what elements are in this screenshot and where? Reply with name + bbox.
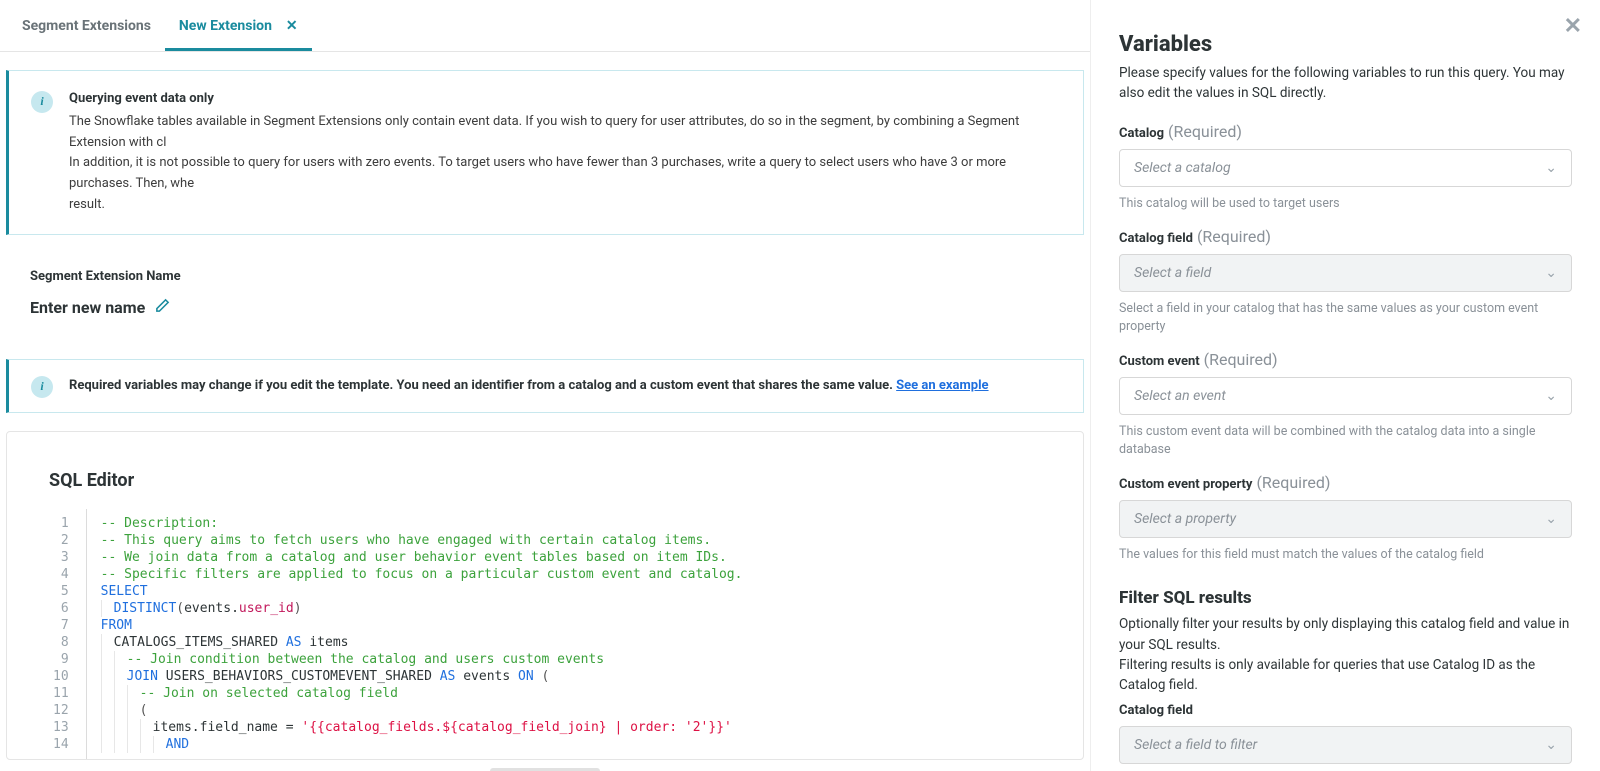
field-catalog: Catalog (Required) Select a catalog ⌄ Th… (1119, 122, 1572, 213)
variables-title: Variables (1119, 32, 1572, 57)
tab-new-extension[interactable]: New Extension ✕ (165, 0, 312, 51)
line-gutter: 1 2 3 4 5 6 7 8 9 10 11 12 13 14 (49, 509, 86, 759)
tab-label: New Extension (179, 18, 272, 34)
select-placeholder: Select a property (1134, 511, 1236, 527)
required-tag: (Required) (1204, 350, 1278, 369)
field-label: Catalog field (1119, 231, 1193, 246)
field-helper: Select a field in your catalog that has … (1119, 300, 1572, 336)
variables-desc: Please specify values for the following … (1119, 63, 1572, 104)
info-icon: i (31, 91, 53, 113)
banner-title: Querying event data only (69, 89, 1061, 110)
close-icon[interactable]: ✕ (286, 18, 298, 34)
see-example-link[interactable]: See an example (896, 378, 988, 393)
extension-name-label: Segment Extension Name (6, 245, 1084, 290)
field-helper: The values for this field must match the… (1119, 546, 1572, 564)
filter-title: Filter SQL results (1119, 588, 1572, 608)
catalog-select[interactable]: Select a catalog ⌄ (1119, 149, 1572, 187)
banner-text: Querying event data only The Snowflake t… (69, 89, 1061, 216)
close-panel-icon[interactable]: ✕ (1564, 14, 1582, 39)
info-banner-required-vars: i Required variables may change if you e… (6, 359, 1084, 413)
custom-event-select[interactable]: Select an event ⌄ (1119, 377, 1572, 415)
info-icon: i (31, 376, 53, 398)
required-tag: (Required) (1256, 473, 1330, 492)
banner-line: result. (69, 195, 1061, 216)
select-placeholder: Select a field to filter (1134, 737, 1257, 753)
banner-text: Required variables may change if you edi… (69, 378, 896, 393)
chevron-down-icon: ⌄ (1545, 511, 1557, 527)
required-tag: (Required) (1168, 122, 1242, 141)
field-helper: This custom event data will be combined … (1119, 423, 1572, 459)
tab-label: Segment Extensions (22, 18, 151, 34)
filter-catalog-field-select[interactable]: Select a field to filter ⌄ (1119, 726, 1572, 764)
drag-handle[interactable] (6, 760, 1084, 771)
extension-name-input[interactable]: Enter new name (6, 290, 1084, 321)
catalog-field-select[interactable]: Select a field ⌄ (1119, 254, 1572, 292)
select-placeholder: Select a field (1134, 265, 1211, 281)
tabs-bar: Segment Extensions New Extension ✕ (0, 0, 1090, 52)
code-content[interactable]: -- Description: -- This query aims to fe… (86, 509, 743, 759)
tab-segment-extensions[interactable]: Segment Extensions (8, 0, 165, 51)
info-banner-query-data: i Querying event data only The Snowflake… (6, 70, 1084, 235)
field-helper: This catalog will be used to target user… (1119, 195, 1572, 213)
content-area: i Querying event data only The Snowflake… (0, 70, 1090, 771)
variables-panel: ✕ Variables Please specify values for th… (1090, 0, 1600, 771)
chevron-down-icon: ⌄ (1545, 265, 1557, 281)
chevron-down-icon: ⌄ (1545, 160, 1557, 176)
banner-content: Required variables may change if you edi… (69, 378, 989, 393)
select-placeholder: Select an event (1134, 388, 1226, 404)
field-label: Catalog field (1119, 703, 1193, 718)
required-tag: (Required) (1197, 227, 1271, 246)
field-label: Custom event (1119, 354, 1200, 369)
banner-line: The Snowflake tables available in Segmen… (69, 112, 1061, 154)
field-catalog-field: Catalog field (Required) Select a field … (1119, 227, 1572, 336)
custom-event-property-select[interactable]: Select a property ⌄ (1119, 500, 1572, 538)
banner-line: In addition, it is not possible to query… (69, 153, 1061, 195)
sql-editor-title: SQL Editor (7, 432, 1083, 509)
name-placeholder: Enter new name (30, 298, 145, 317)
sql-editor-card: SQL Editor 1 2 3 4 5 6 7 8 9 10 11 12 13… (6, 431, 1084, 760)
field-label: Catalog (1119, 126, 1164, 141)
filter-desc: Optionally filter your results by only d… (1119, 614, 1572, 695)
field-label: Custom event property (1119, 477, 1252, 492)
sql-editor[interactable]: 1 2 3 4 5 6 7 8 9 10 11 12 13 14 -- Desc… (7, 509, 1083, 759)
main-content: Segment Extensions New Extension ✕ i Que… (0, 0, 1090, 771)
field-filter-catalog-field: Catalog field Select a field to filter ⌄ (1119, 699, 1572, 764)
chevron-down-icon: ⌄ (1545, 388, 1557, 404)
field-custom-event-property: Custom event property (Required) Select … (1119, 473, 1572, 564)
edit-icon[interactable] (155, 298, 170, 317)
field-custom-event: Custom event (Required) Select an event … (1119, 350, 1572, 459)
select-placeholder: Select a catalog (1134, 160, 1231, 176)
chevron-down-icon: ⌄ (1545, 737, 1557, 753)
